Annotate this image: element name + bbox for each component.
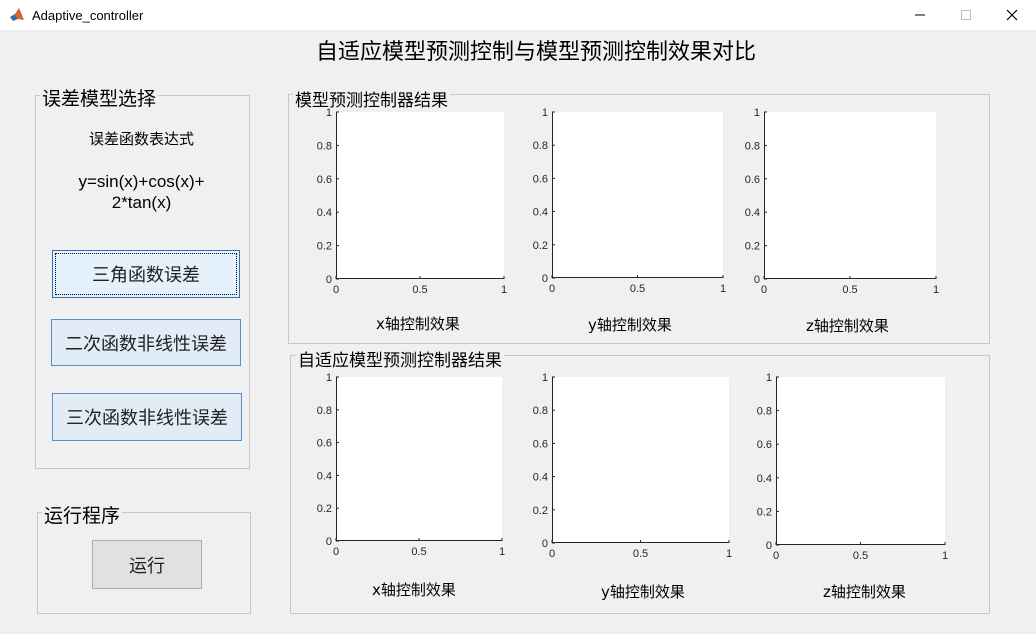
x-tick-label: 1 (942, 550, 948, 562)
y-tick-label: 0.6 (745, 174, 760, 186)
x-tick-label: 1 (499, 546, 505, 558)
expression-line-2: 2*tan(x) (111, 193, 172, 212)
mpc-results-panel-title: 模型预测控制器结果 (293, 86, 450, 111)
y-tick-label: 0.6 (533, 173, 548, 185)
y-tick-label: 0.2 (533, 240, 548, 252)
plot-area (336, 112, 504, 279)
y-tick-label: 0.6 (533, 438, 548, 450)
x-tick-label: 1 (726, 548, 732, 560)
y-tick-label: 0.2 (533, 505, 548, 517)
cubic-error-button[interactable]: 三次函数非线性误差 (52, 393, 242, 441)
x-tick-label: 1 (933, 284, 939, 296)
expression-line-1: y=sin(x)+cos(x)+ (78, 172, 205, 191)
x-tick-label: 0 (549, 548, 555, 560)
plot-area (776, 377, 945, 545)
run-button[interactable]: 运行 (92, 540, 202, 589)
close-icon (1006, 9, 1018, 21)
mpc-y-label: y轴控制效果 (588, 316, 672, 334)
y-tick-label: 0.4 (317, 207, 332, 219)
ampc-y-label: y轴控制效果 (601, 583, 685, 601)
y-tick-label: 0.2 (757, 506, 772, 518)
y-tick-label: 1 (326, 107, 332, 119)
matlab-icon (10, 8, 24, 21)
y-tick-label: 1 (542, 372, 548, 384)
main-title: 自适应模型预测控制与模型预测控制效果对比 (315, 40, 756, 65)
x-tick-label: 0 (549, 283, 555, 295)
plot-area (336, 377, 502, 541)
y-tick-label: 1 (754, 107, 760, 119)
maximize-button[interactable] (943, 0, 989, 30)
y-tick-label: 0.8 (533, 140, 548, 152)
ampc-x-axes[interactable]: 0 0.2 0.4 0.6 0.8 1 0 0.5 1 (317, 372, 505, 558)
x-tick-label: 0 (333, 284, 339, 296)
mpc-y-axes[interactable]: 0 0.2 0.4 0.6 0.8 1 0 0.5 1 (533, 107, 726, 295)
x-tick-label: 0.5 (630, 283, 645, 295)
minimize-button[interactable] (897, 0, 943, 30)
y-tick-label: 0.4 (533, 472, 548, 484)
y-tick-label: 0 (766, 540, 772, 552)
x-tick-label: 0.5 (842, 284, 857, 296)
close-button[interactable] (989, 0, 1035, 30)
y-tick-label: 0.6 (757, 439, 772, 451)
error-model-panel-title: 误差模型选择 (40, 84, 159, 111)
y-tick-label: 0 (326, 274, 332, 286)
y-tick-label: 0.4 (745, 207, 760, 219)
ampc-x-label: x轴控制效果 (372, 581, 456, 599)
x-tick-label: 0 (773, 550, 779, 562)
y-tick-label: 0.4 (533, 207, 548, 219)
y-tick-label: 0.6 (317, 174, 332, 186)
ampc-z-label: z轴控制效果 (823, 583, 906, 601)
y-tick-label: 0.8 (317, 405, 332, 417)
ampc-results-panel-title: 自适应模型预测控制器结果 (296, 346, 504, 371)
y-tick-label: 0.2 (317, 503, 332, 515)
trig-error-button[interactable]: 三角函数误差 (52, 250, 240, 298)
y-tick-label: 0.8 (317, 140, 332, 152)
x-tick-label: 0.5 (633, 548, 648, 560)
x-tick-label: 0 (333, 546, 339, 558)
maximize-icon (961, 10, 971, 20)
y-tick-label: 0 (542, 273, 548, 285)
y-tick-label: 0 (326, 536, 332, 548)
y-tick-label: 0 (542, 538, 548, 550)
y-tick-label: 0.8 (745, 140, 760, 152)
x-tick-label: 1 (720, 283, 726, 295)
y-tick-label: 0.6 (317, 438, 332, 450)
ampc-y-axes[interactable]: 0 0.2 0.4 0.6 0.8 1 0 0.5 1 (533, 372, 732, 560)
y-tick-label: 0.4 (757, 473, 772, 485)
mpc-z-axes[interactable]: 0 0.2 0.4 0.6 0.8 1 0 0.5 1 (745, 107, 939, 296)
y-tick-label: 0.2 (745, 241, 760, 253)
y-tick-label: 0.8 (533, 405, 548, 417)
ampc-z-axes[interactable]: 0 0.2 0.4 0.6 0.8 1 0 0.5 1 (757, 372, 948, 562)
x-tick-label: 0 (761, 284, 767, 296)
window-title: Adaptive_controller (32, 8, 144, 23)
y-tick-label: 0.8 (757, 406, 772, 418)
y-tick-label: 1 (326, 372, 332, 384)
minimize-icon (915, 14, 925, 16)
y-tick-label: 1 (766, 372, 772, 384)
y-tick-label: 0 (754, 274, 760, 286)
mpc-x-axes[interactable]: 0 0.2 0.4 0.6 0.8 1 0 0.5 1 (317, 107, 507, 296)
x-tick-label: 0.5 (412, 284, 427, 296)
title-bar: Adaptive_controller (0, 0, 1036, 30)
y-tick-label: 1 (542, 107, 548, 119)
mpc-x-label: x轴控制效果 (376, 315, 460, 333)
run-panel-title: 运行程序 (42, 501, 123, 528)
plot-area (552, 112, 723, 278)
y-tick-label: 0.2 (317, 241, 332, 253)
quadratic-error-button[interactable]: 二次函数非线性误差 (51, 319, 241, 366)
y-tick-label: 0.4 (317, 470, 332, 482)
x-tick-label: 0.5 (411, 546, 426, 558)
expression-label: 误差函数表达式 (88, 130, 194, 148)
plot-area (552, 377, 729, 543)
mpc-z-label: z轴控制效果 (806, 317, 889, 335)
x-tick-label: 1 (501, 284, 507, 296)
plot-area (764, 112, 936, 279)
x-tick-label: 0.5 (853, 550, 868, 562)
